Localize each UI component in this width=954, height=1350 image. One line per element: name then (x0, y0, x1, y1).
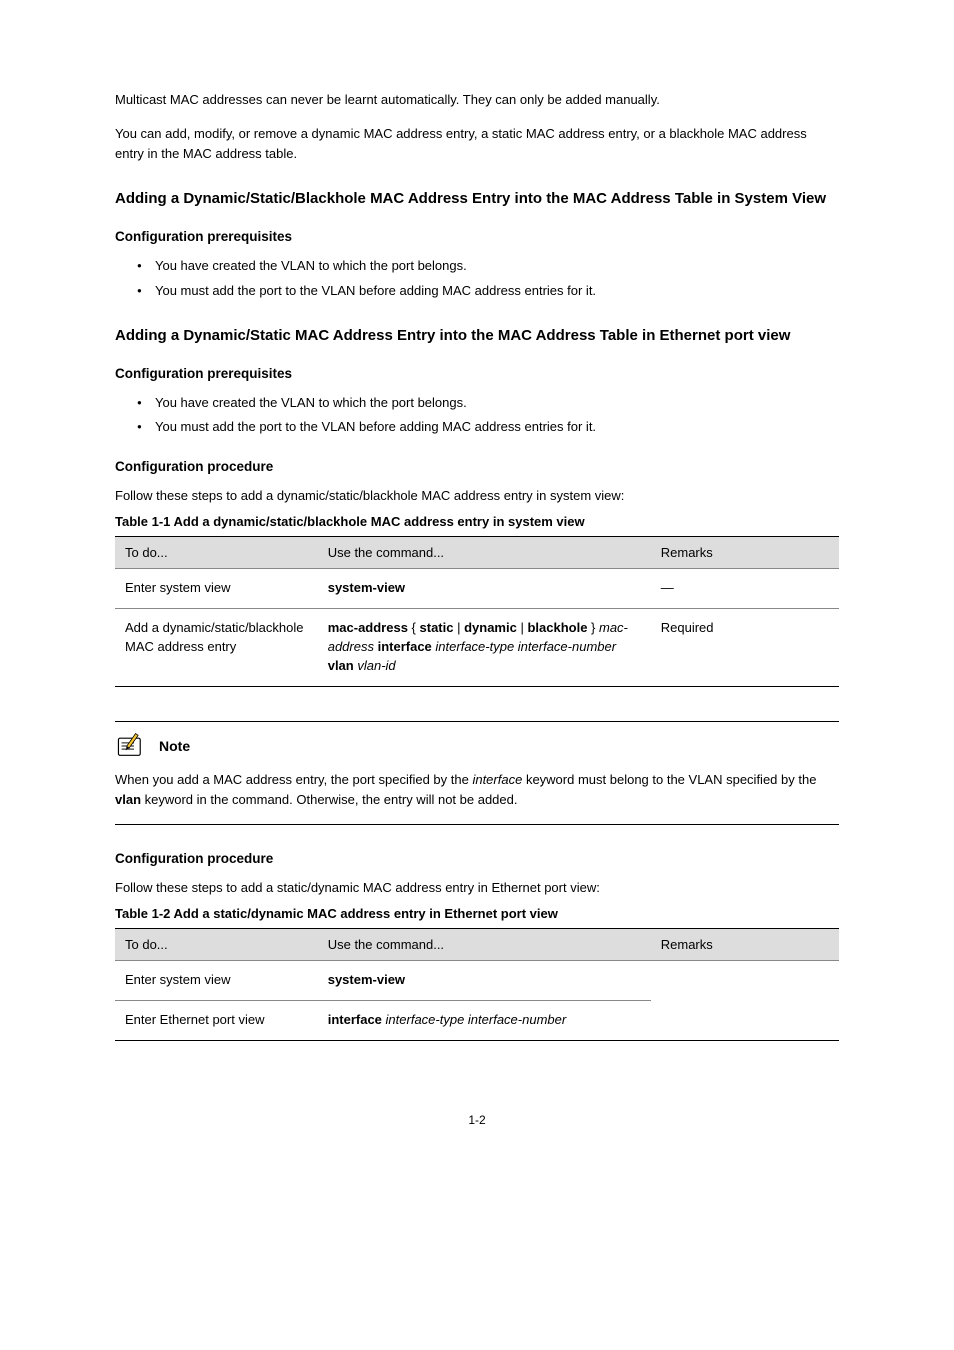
col-header-todo: To do... (115, 537, 318, 569)
cell-rem (651, 961, 839, 1041)
col-header-cmd: Use the command... (318, 537, 651, 569)
prereq-list-2: You have created the VLAN to which the p… (115, 393, 839, 437)
table-row: Enter system view system-view — (115, 569, 839, 609)
document-page: Multicast MAC addresses can never be lea… (0, 0, 954, 1195)
separator (115, 721, 839, 722)
section-heading-system-view: Adding a Dynamic/Static/Blackhole MAC Ad… (115, 190, 839, 207)
cell-rem: — (651, 569, 839, 609)
config-prereq-heading-1: Configuration prerequisites (115, 229, 839, 244)
table-1: To do... Use the command... Remarks Ente… (115, 536, 839, 686)
note-header: Note (115, 732, 839, 760)
note-label: Note (159, 738, 190, 754)
list-item: You have created the VLAN to which the p… (115, 393, 839, 413)
list-item: You must add the port to the VLAN before… (115, 417, 839, 437)
separator (115, 824, 839, 825)
cell-cmd: mac-address { static | dynamic | blackho… (318, 609, 651, 687)
cell-rem: Required (651, 609, 839, 687)
table-header-row: To do... Use the command... Remarks (115, 929, 839, 961)
note-icon (115, 732, 153, 760)
cell-cmd: system-view (318, 961, 651, 1001)
table-header-row: To do... Use the command... Remarks (115, 537, 839, 569)
prereq-list-1: You have created the VLAN to which the p… (115, 256, 839, 300)
config-proc-heading-2: Configuration procedure (115, 851, 839, 866)
cell-todo: Add a dynamic/static/blackhole MAC addre… (115, 609, 318, 687)
config-proc-paragraph-2: Follow these steps to add a static/dynam… (115, 878, 839, 898)
page-number: 1-2 (115, 1111, 839, 1130)
cell-todo: Enter Ethernet port view (115, 1001, 318, 1041)
col-header-rem: Remarks (651, 929, 839, 961)
section-heading-port-view: Adding a Dynamic/Static MAC Address Entr… (115, 327, 839, 344)
config-prereq-heading-2: Configuration prerequisites (115, 366, 839, 381)
cell-cmd: system-view (318, 569, 651, 609)
intro-paragraph-2: You can add, modify, or remove a dynamic… (115, 124, 839, 164)
col-header-cmd: Use the command... (318, 929, 651, 961)
config-proc-paragraph-1: Follow these steps to add a dynamic/stat… (115, 486, 839, 506)
list-item: You must add the port to the VLAN before… (115, 281, 839, 301)
config-proc-heading-1: Configuration procedure (115, 459, 839, 474)
table-row: Enter system view system-view (115, 961, 839, 1001)
cell-cmd: interface interface-type interface-numbe… (318, 1001, 651, 1041)
cell-todo: Enter system view (115, 961, 318, 1001)
table-2-caption: Table 1-2 Add a static/dynamic MAC addre… (115, 904, 839, 924)
table-2: To do... Use the command... Remarks Ente… (115, 928, 839, 1041)
table-row: Add a dynamic/static/blackhole MAC addre… (115, 609, 839, 687)
note-body: When you add a MAC address entry, the po… (115, 770, 839, 810)
col-header-todo: To do... (115, 929, 318, 961)
intro-paragraph-1: Multicast MAC addresses can never be lea… (115, 90, 839, 110)
table-1-caption: Table 1-1 Add a dynamic/static/blackhole… (115, 512, 839, 532)
cell-todo: Enter system view (115, 569, 318, 609)
col-header-rem: Remarks (651, 537, 839, 569)
list-item: You have created the VLAN to which the p… (115, 256, 839, 276)
